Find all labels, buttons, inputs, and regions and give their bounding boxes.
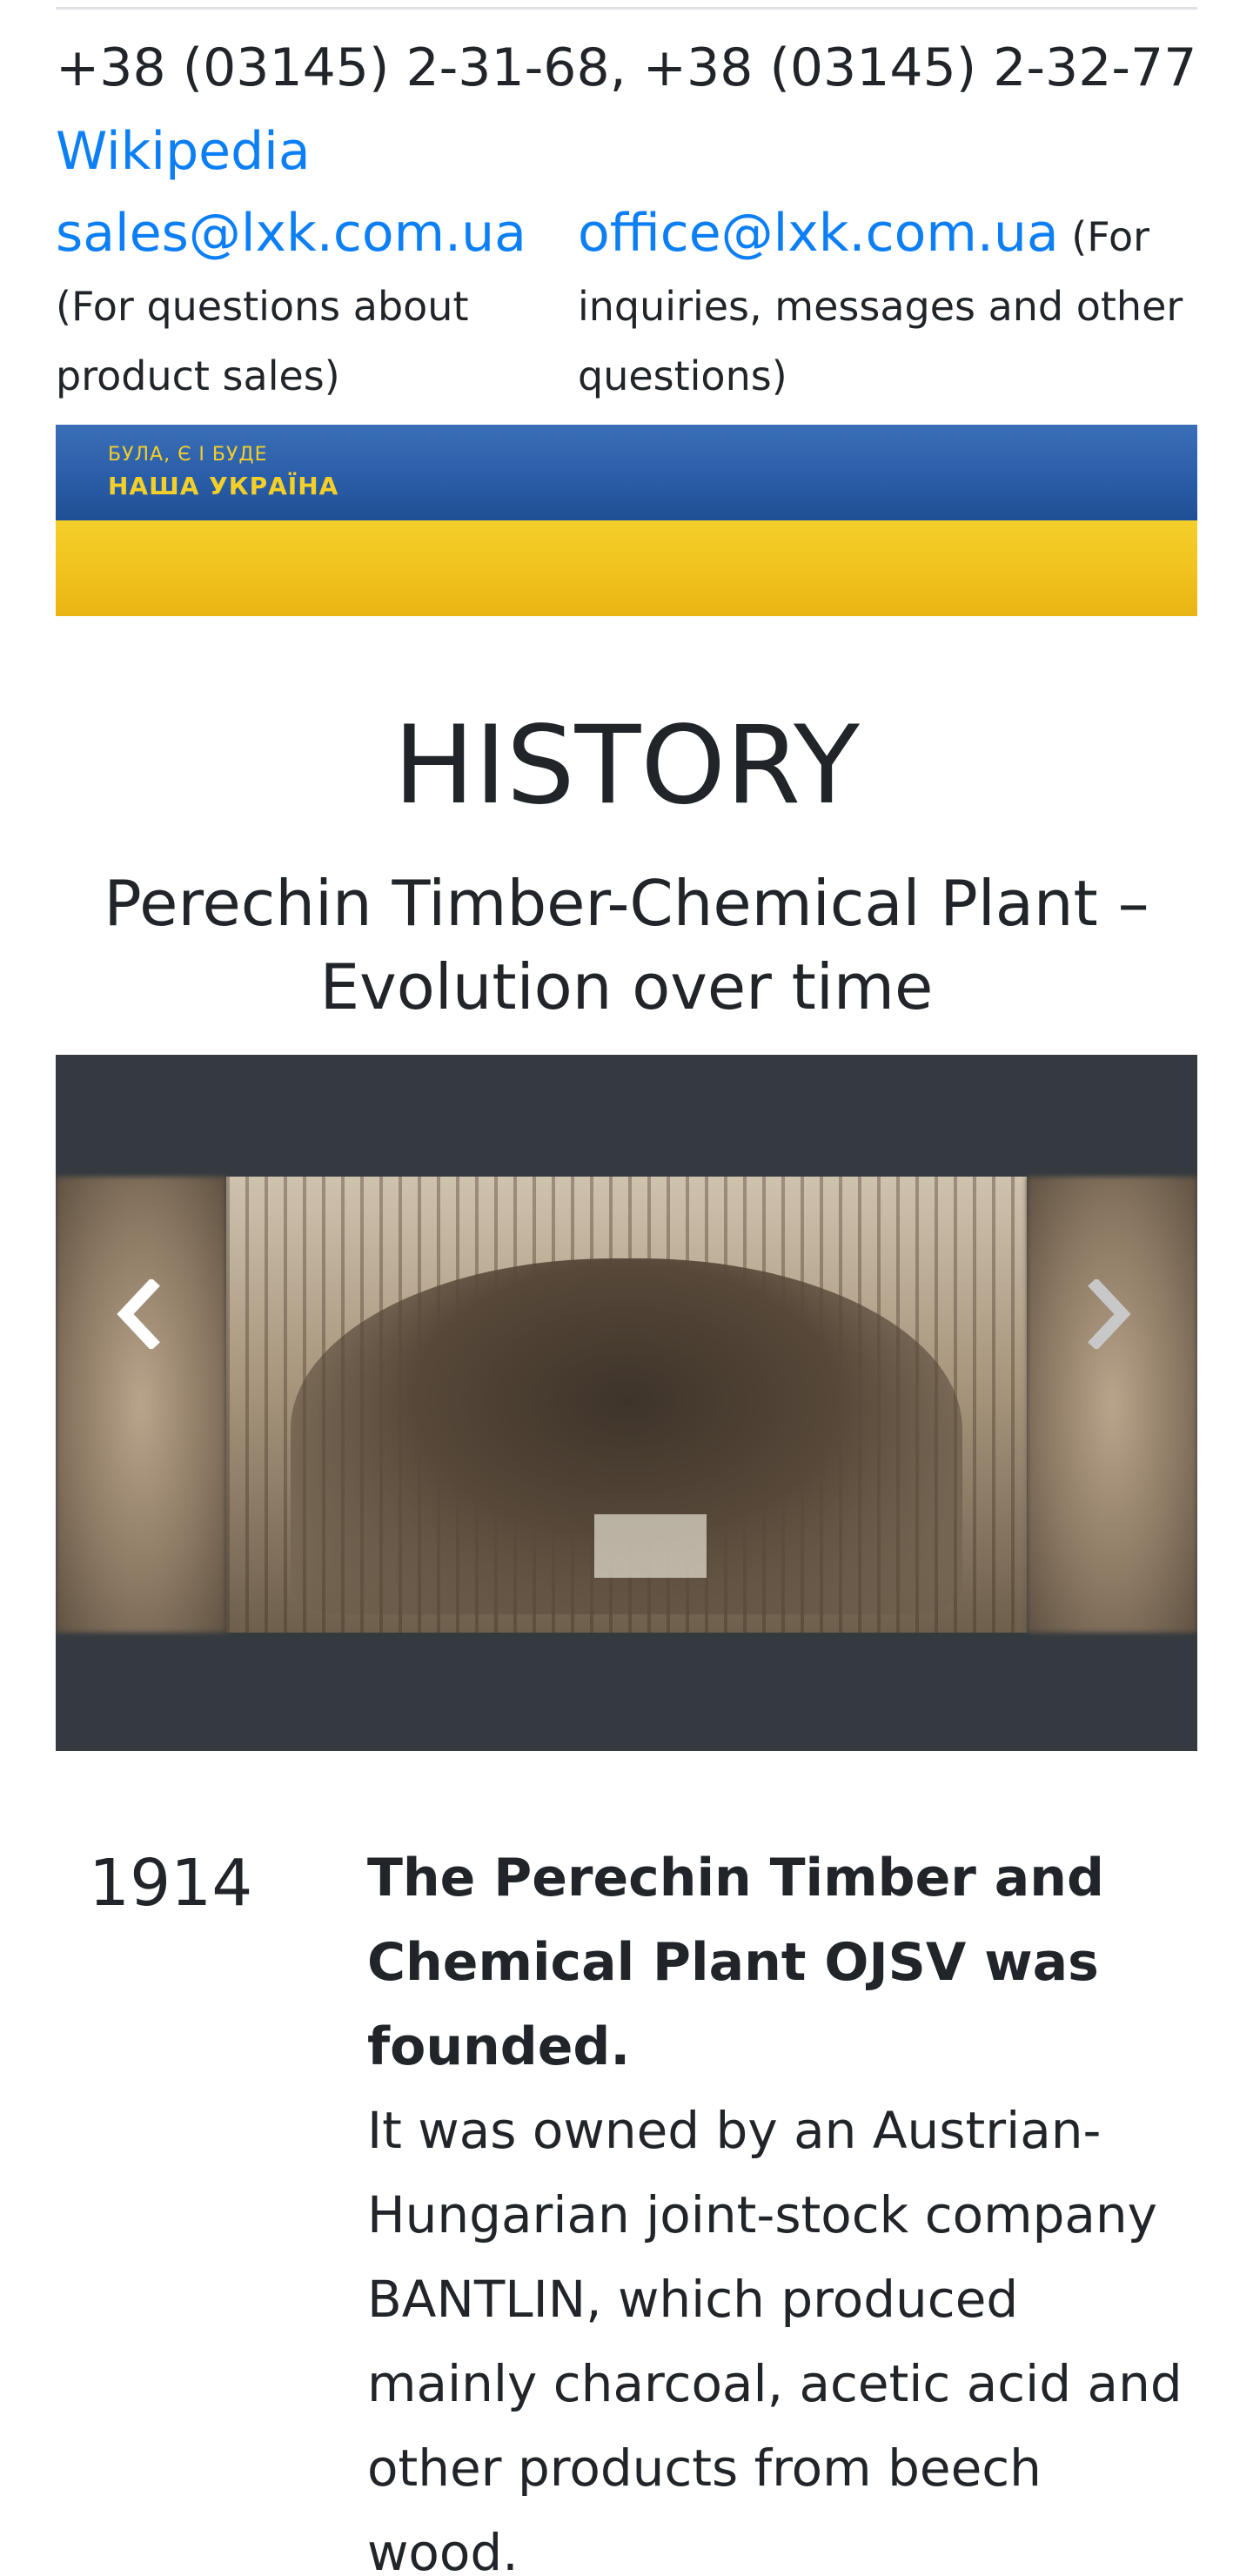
flag-yellow-stripe	[56, 520, 1197, 616]
sales-contact: sales@lxk.com.ua (For questions about pr…	[56, 198, 578, 411]
timeline-headline: The Perechin Timber and Chemical Plant O…	[367, 1848, 1104, 2077]
phone-numbers: +38 (03145) 2-31-68, +38 (03145) 2-32-77	[56, 37, 1197, 98]
sales-email-link[interactable]: sales@lxk.com.ua	[56, 203, 526, 264]
timeline-year: 1914	[89, 1846, 253, 1921]
office-email-link[interactable]: office@lxk.com.ua	[578, 203, 1059, 264]
photo-sign	[594, 1513, 707, 1579]
carousel-prev-button[interactable]	[113, 1279, 165, 1349]
page: +38 (03145) 2-31-68, +38 (03145) 2-32-77…	[0, 0, 1253, 2576]
banner-slogan-line2: НАША УКРАЇНА	[108, 472, 339, 500]
historic-workers-photo	[226, 1177, 1027, 1633]
divider	[56, 7, 1197, 10]
wikipedia-link[interactable]: Wikipedia	[56, 117, 311, 186]
office-contact: office@lxk.com.ua (For inquiries, messag…	[578, 198, 1204, 411]
carousel-slide-strip	[56, 1177, 1197, 1633]
chevron-right-icon	[1088, 1279, 1131, 1349]
carousel-blur-left	[56, 1177, 226, 1633]
ukraine-flag-banner: БУЛА, Є І БУДЕ НАША УКРАЇНА	[56, 425, 1197, 616]
timeline-description: It was owned by an Austrian-Hungarian jo…	[367, 2101, 1183, 2576]
sales-email-note: (For questions about product sales)	[56, 283, 469, 399]
photo-carousel	[56, 1055, 1197, 1751]
page-title: HISTORY	[393, 703, 860, 828]
carousel-next-button[interactable]	[1082, 1279, 1135, 1349]
chevron-left-icon	[117, 1279, 160, 1349]
banner-slogan-line1: БУЛА, Є І БУДЕ	[108, 444, 268, 466]
carousel-blur-right	[1027, 1177, 1197, 1633]
page-subtitle: Perechin Timber-Chemical Plant – Evoluti…	[104, 867, 1149, 1023]
